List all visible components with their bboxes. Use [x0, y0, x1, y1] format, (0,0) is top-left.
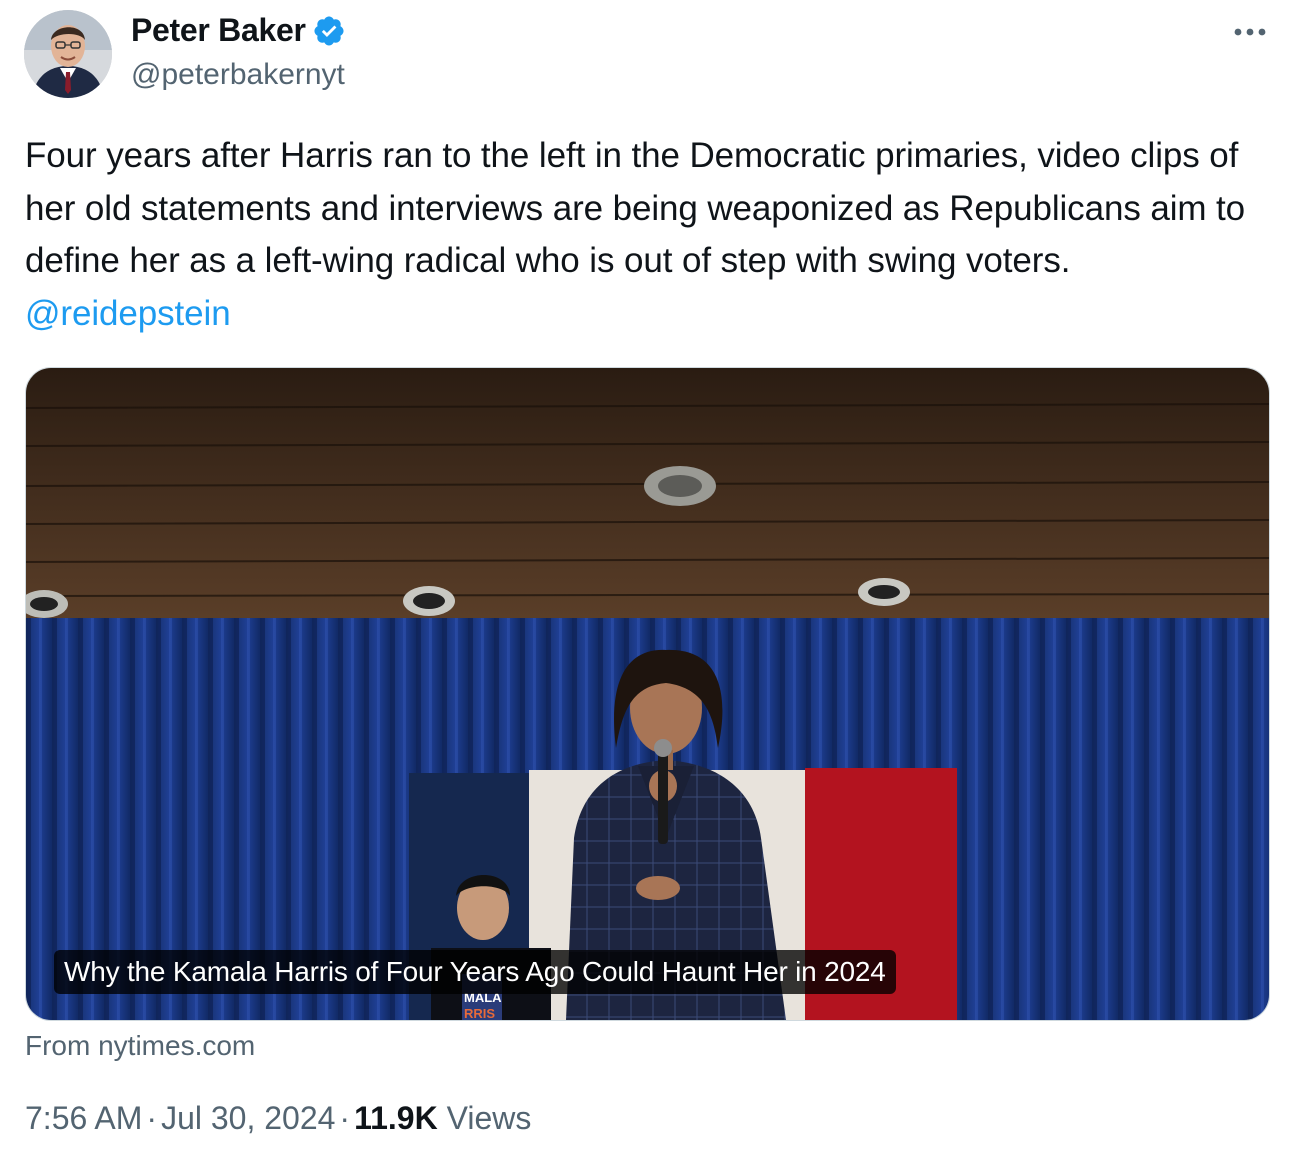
sign-text-2: RRIS — [464, 1006, 495, 1020]
tweet-text: Four years after Harris ran to the left … — [25, 130, 1265, 340]
link-card[interactable]: MALA RRIS Why the Kamala Harris of Four … — [25, 367, 1270, 1021]
separator: · — [146, 1100, 158, 1136]
more-button[interactable] — [1228, 14, 1272, 50]
avatar[interactable] — [24, 10, 112, 98]
card-image: MALA RRIS — [26, 368, 1269, 1020]
separator: · — [339, 1100, 351, 1136]
tweet-time[interactable]: 7:56 AM — [25, 1100, 142, 1136]
tweet-meta: 7:56 AM · Jul 30, 2024 · 11.9K Views — [25, 1100, 531, 1137]
mention-link[interactable]: @reidepstein — [25, 294, 231, 333]
avatar-image — [24, 10, 112, 98]
author-handle[interactable]: @peterbakernyt — [131, 58, 345, 92]
more-horizontal-icon — [1234, 28, 1266, 36]
views-label: Views — [446, 1100, 532, 1136]
verified-badge-icon — [312, 14, 346, 48]
views-count: 11.9K — [354, 1100, 438, 1136]
tweet-body: Four years after Harris ran to the left … — [25, 136, 1246, 280]
card-title: Why the Kamala Harris of Four Years Ago … — [54, 950, 896, 994]
author-name-row[interactable]: Peter Baker — [131, 12, 346, 49]
card-source-link[interactable]: From nytimes.com — [25, 1030, 255, 1062]
author-name[interactable]: Peter Baker — [131, 12, 306, 49]
tweet-date[interactable]: Jul 30, 2024 — [161, 1100, 335, 1136]
